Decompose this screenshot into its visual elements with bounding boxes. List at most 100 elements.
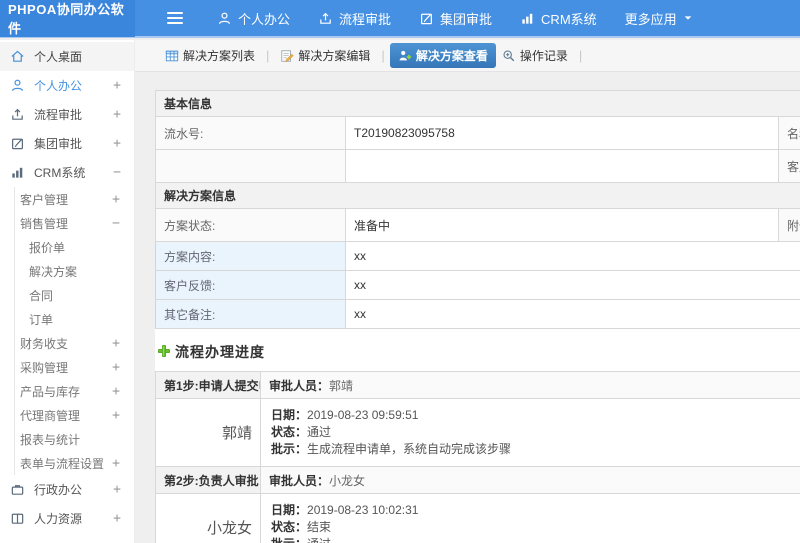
- sidebar-item-contract[interactable]: 合同: [15, 283, 134, 307]
- nav-workflow-approval[interactable]: 流程审批: [318, 9, 391, 28]
- nav-more-apps[interactable]: 更多应用: [625, 9, 693, 28]
- field-value: xx: [345, 241, 800, 271]
- solution-detail-panel: 基本信息 流水号: T20190823095758 名称 客户 解决方案信息 方…: [155, 90, 800, 543]
- handler-name: 小龙女: [155, 493, 261, 543]
- tab-divider: |: [381, 48, 385, 63]
- step-name: 第2步:负责人审批: [155, 466, 261, 494]
- step-detail-cell: 日期：2019-08-23 09:59:51 状态：通过 批示：生成流程申请单，…: [260, 398, 800, 467]
- menu-toggle-icon[interactable]: [167, 12, 183, 24]
- approver-name: 小龙女: [329, 473, 366, 488]
- sidebar-item-form-workflow-settings[interactable]: 表单与流程设置 +: [15, 451, 134, 475]
- expand-icon[interactable]: +: [112, 192, 120, 207]
- book-icon: [10, 511, 26, 527]
- status-line: 状态：通过: [271, 425, 332, 439]
- sidebar-item-order[interactable]: 订单: [15, 307, 134, 331]
- nav-personal-office[interactable]: 个人办公: [217, 9, 290, 28]
- field-label: 流水号:: [155, 116, 346, 150]
- date-line: 日期：2019-08-23 10:02:31: [271, 503, 419, 517]
- expand-icon[interactable]: +: [113, 136, 121, 151]
- table-row: 其它备注: xx: [155, 299, 800, 329]
- field-label-right: 附件: [778, 208, 800, 242]
- progress-section-title: 流程办理进度: [155, 329, 800, 371]
- step-name: 第1步:申请人提交申请: [155, 371, 261, 399]
- step-header-row: 第1步:申请人提交申请 审批人员：郭靖: [155, 371, 800, 399]
- bar-chart-icon: [10, 165, 26, 181]
- user-icon: [10, 78, 26, 94]
- home-icon: [10, 49, 26, 65]
- field-label: [155, 149, 346, 183]
- table-row: 方案内容: xx: [155, 241, 800, 271]
- sidebar-item-quotation[interactable]: 报价单: [15, 235, 134, 259]
- expand-icon[interactable]: +: [113, 78, 121, 93]
- approver-label: 审批人员：: [269, 378, 330, 393]
- sidebar-item-workflow-approval[interactable]: 流程审批 +: [0, 100, 134, 129]
- sidebar-item-purchase-mgmt[interactable]: 采购管理 +: [15, 355, 134, 379]
- tab-solution-edit[interactable]: 解决方案编辑: [274, 44, 376, 67]
- top-nav: 个人办公 流程审批 集团审批 CRM系统 更多应用: [217, 9, 693, 28]
- field-label-right: 名称: [778, 116, 800, 150]
- progress-table: 第1步:申请人提交申请 审批人员：郭靖 郭靖 日期：2019-08-23 09:…: [155, 371, 800, 543]
- edit-icon: [419, 11, 434, 26]
- field-value: [345, 149, 779, 183]
- step-header-row: 第2步:负责人审批 审批人员：小龙女: [155, 466, 800, 494]
- crm-submenu: 客户管理 + 销售管理 − 报价单 解决方案 合同 订单 财务收支 + 采购管理…: [14, 187, 134, 475]
- sidebar-item-solution[interactable]: 解决方案: [15, 259, 134, 283]
- expand-icon[interactable]: +: [112, 456, 120, 471]
- status-value: 准备中: [345, 208, 779, 242]
- green-plus-icon: [157, 344, 171, 361]
- expand-icon[interactable]: +: [112, 360, 120, 375]
- zoom-plus-icon: [502, 49, 516, 63]
- approver-cell: 审批人员：小龙女: [260, 466, 800, 494]
- nav-crm-system[interactable]: CRM系统: [520, 9, 597, 28]
- sidebar-item-desktop[interactable]: 个人桌面: [0, 42, 134, 71]
- sidebar-item-agent-mgmt[interactable]: 代理商管理 +: [15, 403, 134, 427]
- tab-operation-log[interactable]: 操作记录: [496, 44, 574, 67]
- step-detail-cell: 日期：2019-08-23 10:02:31 状态：结束 批示：通过: [260, 493, 800, 543]
- table-row: 流水号: T20190823095758 名称: [155, 116, 800, 150]
- section-header-solution-info: 解决方案信息: [155, 182, 800, 209]
- tab-solution-view[interactable]: 解决方案查看: [389, 43, 496, 68]
- field-label: 其它备注:: [155, 299, 346, 329]
- field-value: xx: [345, 299, 800, 329]
- serial-number-value: T20190823095758: [345, 116, 779, 150]
- expand-icon[interactable]: +: [112, 408, 120, 423]
- sidebar-item-customer-mgmt[interactable]: 客户管理 +: [15, 187, 134, 211]
- table-row: 客户反馈: xx: [155, 270, 800, 300]
- remark-line: 批示：通过: [271, 536, 800, 543]
- workflow-icon: [10, 107, 26, 123]
- sidebar-item-personal-office[interactable]: 个人办公 +: [0, 71, 134, 100]
- field-label: 方案内容:: [155, 241, 346, 271]
- expand-icon[interactable]: +: [112, 384, 120, 399]
- expand-icon[interactable]: +: [112, 336, 120, 351]
- step-detail-row: 小龙女 日期：2019-08-23 10:02:31 状态：结束 批示：通过: [155, 493, 800, 543]
- sidebar-item-group-approval[interactable]: 集团审批 +: [0, 129, 134, 158]
- progress-title-text: 流程办理进度: [175, 344, 265, 360]
- step-detail-row: 郭靖 日期：2019-08-23 09:59:51 状态：通过 批示：生成流程申…: [155, 398, 800, 467]
- table-row: 方案状态: 准备中 附件: [155, 208, 800, 242]
- field-value: xx: [345, 270, 800, 300]
- sidebar-item-admin-office[interactable]: 行政办公 +: [0, 475, 134, 504]
- expand-icon[interactable]: +: [113, 511, 121, 526]
- sidebar: 个人桌面 个人办公 + 流程审批 + 集团审批 + CRM系统 − 客户管理 +…: [0, 40, 135, 543]
- collapse-icon[interactable]: −: [112, 216, 120, 231]
- tab-divider: |: [578, 48, 583, 63]
- sidebar-item-reports-stats[interactable]: 报表与统计: [15, 427, 134, 451]
- field-label: 客户反馈:: [155, 270, 346, 300]
- sidebar-item-finance[interactable]: 财务收支 +: [15, 331, 134, 355]
- field-label: 方案状态:: [155, 208, 346, 242]
- sidebar-item-crm-system[interactable]: CRM系统 −: [0, 158, 134, 187]
- expand-icon[interactable]: +: [113, 107, 121, 122]
- status-line: 状态：结束: [271, 520, 332, 534]
- collapse-icon[interactable]: −: [113, 165, 121, 180]
- sidebar-item-human-resources[interactable]: 人力资源 +: [0, 504, 134, 533]
- app-logo: PHPOA协同办公软件: [0, 0, 135, 37]
- expand-icon[interactable]: +: [113, 482, 121, 497]
- nav-group-approval[interactable]: 集团审批: [419, 9, 492, 28]
- sidebar-item-product-inventory[interactable]: 产品与库存 +: [15, 379, 134, 403]
- tab-solution-list[interactable]: 解决方案列表: [159, 44, 261, 67]
- sidebar-item-sales-mgmt[interactable]: 销售管理 −: [15, 211, 134, 235]
- tab-bar: 解决方案列表 | 解决方案编辑 | 解决方案查看 操作记录 |: [135, 40, 800, 72]
- edit-document-icon: [280, 49, 294, 63]
- main-content: 解决方案列表 | 解决方案编辑 | 解决方案查看 操作记录 | 基本信息 流水号…: [135, 40, 800, 543]
- section-title: 解决方案信息: [155, 182, 800, 209]
